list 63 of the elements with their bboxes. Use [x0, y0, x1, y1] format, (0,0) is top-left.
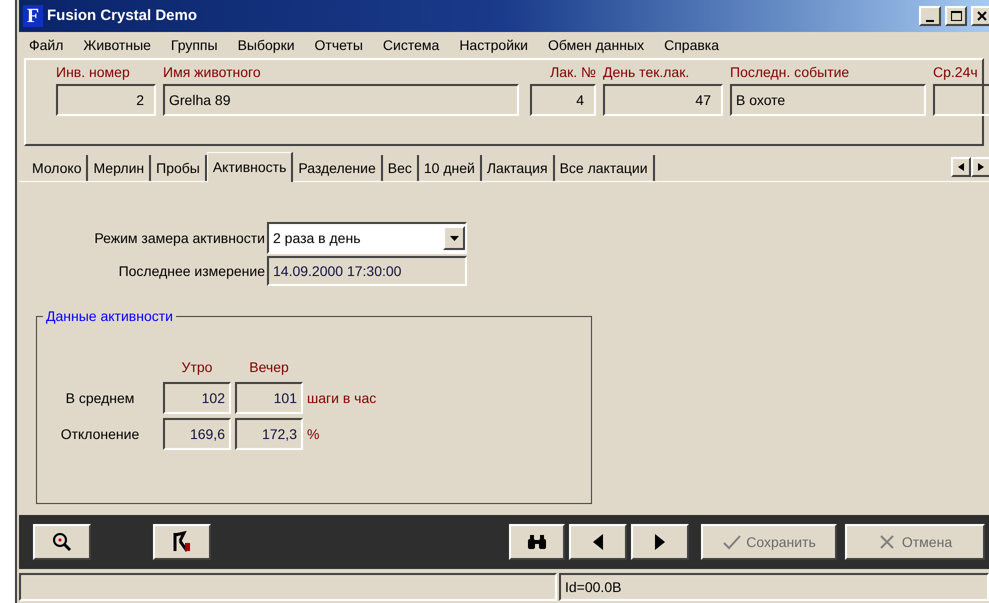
value-field: 101 — [235, 382, 303, 414]
scroll-right-button[interactable] — [971, 157, 989, 177]
tab[interactable]: Молоко — [27, 155, 88, 181]
menu-item[interactable]: Животные — [83, 34, 151, 56]
field-value: 4 — [576, 90, 584, 110]
unit-label: % — [307, 424, 320, 444]
value-field: 102 — [163, 382, 231, 414]
mode-dropdown[interactable]: 2 раза в день — [267, 222, 467, 254]
right-arrow-icon — [655, 534, 665, 550]
left-arrow-icon — [958, 163, 964, 171]
row-label: В среднем — [64, 388, 136, 408]
menu-item[interactable]: Отчеты — [314, 34, 363, 56]
value-field: 172,3 — [235, 418, 303, 450]
window-title: Fusion Crystal Demo — [47, 6, 198, 26]
tab[interactable]: Все лактации — [554, 155, 655, 181]
app-logo: F — [23, 5, 43, 27]
menu-item[interactable]: Справка — [664, 34, 720, 56]
tab[interactable]: 10 дней — [418, 155, 482, 181]
row-label: Отклонение — [60, 424, 140, 444]
status-id: Id=00.0B — [565, 578, 622, 596]
measurement-field: 14.09.2000 17:30:00 — [267, 256, 467, 286]
scroll-left-button[interactable] — [951, 157, 971, 177]
field-value: 47 — [695, 90, 711, 110]
minimize-button[interactable] — [919, 6, 941, 26]
tab[interactable]: Мерлин — [88, 155, 152, 181]
field-label: Ср.24ч — [933, 63, 979, 82]
check-icon — [722, 533, 742, 551]
field-value: 2 — [136, 90, 144, 110]
field-label: Инв. номер — [56, 63, 131, 82]
magnifier-icon — [52, 532, 72, 552]
field-label: Имя животного — [163, 63, 262, 82]
field-value: В охоте — [736, 90, 786, 110]
field-label: День тек.лак. — [603, 63, 690, 82]
zoom-button[interactable] — [33, 524, 91, 560]
previous-button[interactable] — [569, 524, 627, 560]
menu-item[interactable]: Группы — [170, 34, 218, 56]
field-label: Режим замера активности — [93, 228, 265, 248]
close-icon — [977, 11, 987, 21]
menu-item[interactable]: Выборки — [238, 34, 295, 56]
field-label: Последнее измерение — [118, 262, 265, 281]
tab[interactable]: Активность — [206, 152, 294, 182]
tab[interactable]: Лактация — [482, 155, 555, 181]
value-field: 169,6 — [163, 418, 231, 450]
tab[interactable]: Разделение — [293, 155, 383, 181]
menu-item[interactable]: Файл — [29, 34, 64, 56]
close-button[interactable] — [971, 6, 989, 26]
field-label: Последн. событие — [730, 63, 850, 82]
maximize-button[interactable] — [945, 6, 967, 26]
menu-item[interactable]: Обмен данных — [548, 34, 644, 56]
right-arrow-icon — [978, 163, 984, 171]
menu-item[interactable]: Настройки — [459, 34, 528, 56]
field-value: Grelha 89 — [169, 90, 230, 110]
find-button[interactable] — [509, 524, 565, 560]
left-arrow-icon — [593, 534, 603, 550]
tab[interactable]: Вес — [382, 155, 419, 181]
binoculars-icon — [527, 534, 547, 550]
unit-label: шаги в час — [307, 388, 376, 408]
next-button[interactable] — [631, 524, 689, 560]
menu-item[interactable]: Система — [382, 34, 440, 56]
field-label: Лак. № — [549, 63, 596, 82]
column-header: Вечер — [248, 358, 290, 377]
tool-button[interactable] — [153, 524, 211, 560]
column-header: Утро — [180, 358, 214, 377]
